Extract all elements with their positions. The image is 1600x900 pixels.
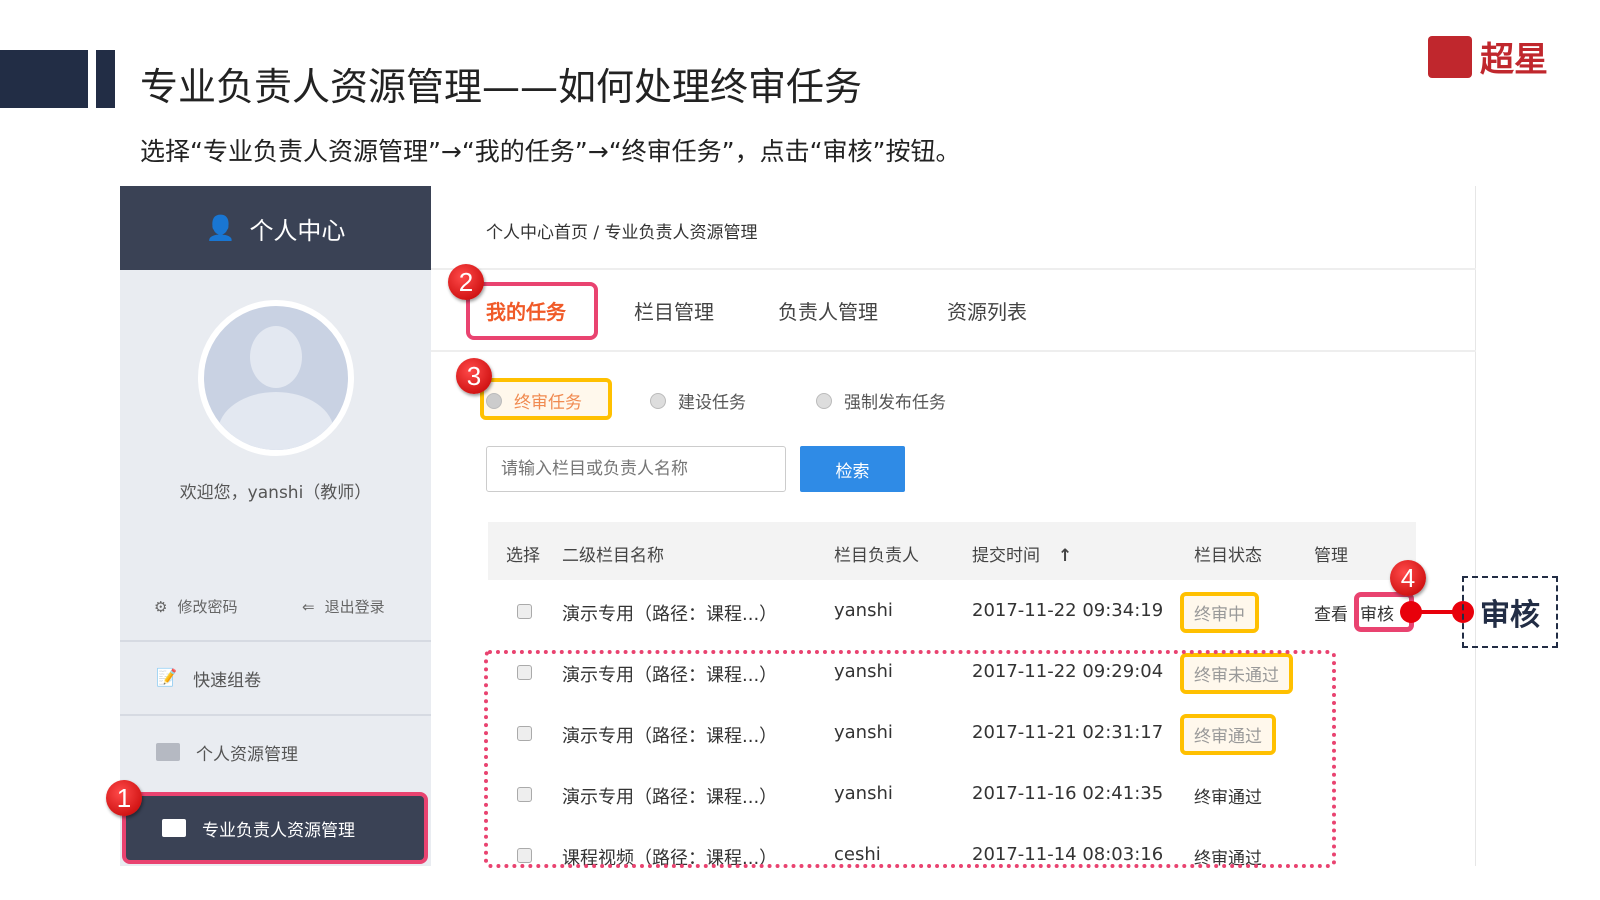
sidebar-header-label: 个人中心 xyxy=(249,216,346,245)
logo-text: 超星 xyxy=(1480,40,1548,80)
col-time-label: 提交时间 xyxy=(972,546,1040,566)
slide-subtitle: 选择“专业负责人资源管理”→“我的任务”→“终审任务”，点击“审核”按钮。 xyxy=(140,137,961,166)
avatar xyxy=(198,300,354,456)
radio-forced-publish[interactable]: 强制发布任务 xyxy=(816,388,946,413)
folder-icon xyxy=(156,743,180,761)
tab-owner-management[interactable]: 负责人管理 xyxy=(778,296,878,325)
col-name: 二级栏目名称 xyxy=(562,546,664,566)
radio-icon xyxy=(816,392,832,409)
sidebar-item-quick-paper[interactable]: 📝 快速组卷 xyxy=(120,640,431,714)
tab-column-management[interactable]: 栏目管理 xyxy=(634,296,714,325)
avatar-head xyxy=(250,326,302,388)
cell-owner: yanshi xyxy=(834,600,893,621)
logout-link[interactable]: ⇐ 退出登录 xyxy=(302,596,385,617)
logo: 超星 xyxy=(1428,32,1548,81)
sidebar-item-label: 个人资源管理 xyxy=(196,744,298,765)
step-badge-3: 3 xyxy=(456,358,492,394)
slide-title: 专业负责人资源管理——如何处理终审任务 xyxy=(140,65,863,109)
step-badge-4: 4 xyxy=(1390,560,1426,596)
logout-label: 退出登录 xyxy=(324,598,385,616)
radio-final-review[interactable]: 终审任务 xyxy=(486,388,582,413)
highlight-box xyxy=(466,282,598,340)
cell-status: 终审中 xyxy=(1180,592,1259,633)
step-badge-2: 2 xyxy=(448,264,484,300)
sidebar-item-label: 专业负责人资源管理 xyxy=(202,820,355,841)
radio-label: 强制发布任务 xyxy=(844,393,946,413)
folder-icon xyxy=(162,819,186,837)
welcome-text: 欢迎您，yanshi（教师） xyxy=(179,483,372,503)
divider xyxy=(431,350,1476,352)
sidebar-header: 👤 个人中心 xyxy=(120,186,431,270)
row-checkbox[interactable] xyxy=(517,604,532,619)
col-time[interactable]: 提交时间 ↑ xyxy=(972,541,1072,566)
app-screenshot: 👤 个人中心 欢迎您，yanshi（教师） ⚙ 修改密码 ⇐ 退出登录 📝 快速组卷 个… xyxy=(106,186,1476,869)
sidebar-item-label: 快速组卷 xyxy=(193,670,262,691)
highlight-dotted-box xyxy=(484,650,1336,868)
step-badge-1: 1 xyxy=(106,780,142,816)
sidebar-item-personal-resources[interactable]: 个人资源管理 xyxy=(120,714,431,788)
cell-time: 2017-11-22 09:34:19 xyxy=(972,600,1164,621)
radio-build-tasks[interactable]: 建设任务 xyxy=(650,388,746,413)
col-owner: 栏目负责人 xyxy=(834,546,919,566)
col-select: 选择 xyxy=(506,546,540,566)
radio-icon xyxy=(650,392,666,409)
sort-arrow-icon[interactable]: ↑ xyxy=(1058,546,1072,566)
callout-review: 审核 xyxy=(1462,576,1558,648)
edit-icon: 📝 xyxy=(156,668,178,688)
change-password-label: 修改密码 xyxy=(177,598,238,616)
gear-icon: ⚙ xyxy=(154,597,168,616)
radio-label: 终审任务 xyxy=(514,393,582,413)
sidebar: 👤 个人中心 欢迎您，yanshi（教师） ⚙ 修改密码 ⇐ 退出登录 📝 快速组卷 个… xyxy=(106,186,431,866)
logo-star-icon xyxy=(1428,35,1472,78)
title-decor-block xyxy=(0,50,88,108)
search-input[interactable] xyxy=(486,446,786,492)
col-status: 栏目状态 xyxy=(1194,546,1262,566)
view-link[interactable]: 查看 xyxy=(1314,600,1348,625)
cell-name: 演示专用（路径：课程...） xyxy=(562,604,778,625)
logout-icon: ⇐ xyxy=(302,597,315,616)
sidebar-item-major-resources[interactable]: 专业负责人资源管理 xyxy=(122,792,428,864)
radio-label: 建设任务 xyxy=(678,393,746,413)
radio-selected-icon xyxy=(486,392,502,409)
divider xyxy=(431,268,1476,270)
search-button[interactable]: 检索 xyxy=(800,446,905,492)
title-decor-bar xyxy=(96,50,115,108)
col-manage: 管理 xyxy=(1314,546,1348,566)
breadcrumb: 个人中心首页 / 专业负责人资源管理 xyxy=(486,223,758,243)
change-password-link[interactable]: ⚙ 修改密码 xyxy=(154,596,237,617)
tab-resource-list[interactable]: 资源列表 xyxy=(947,296,1027,325)
avatar-body xyxy=(218,392,334,450)
user-icon: 👤 xyxy=(205,214,236,242)
